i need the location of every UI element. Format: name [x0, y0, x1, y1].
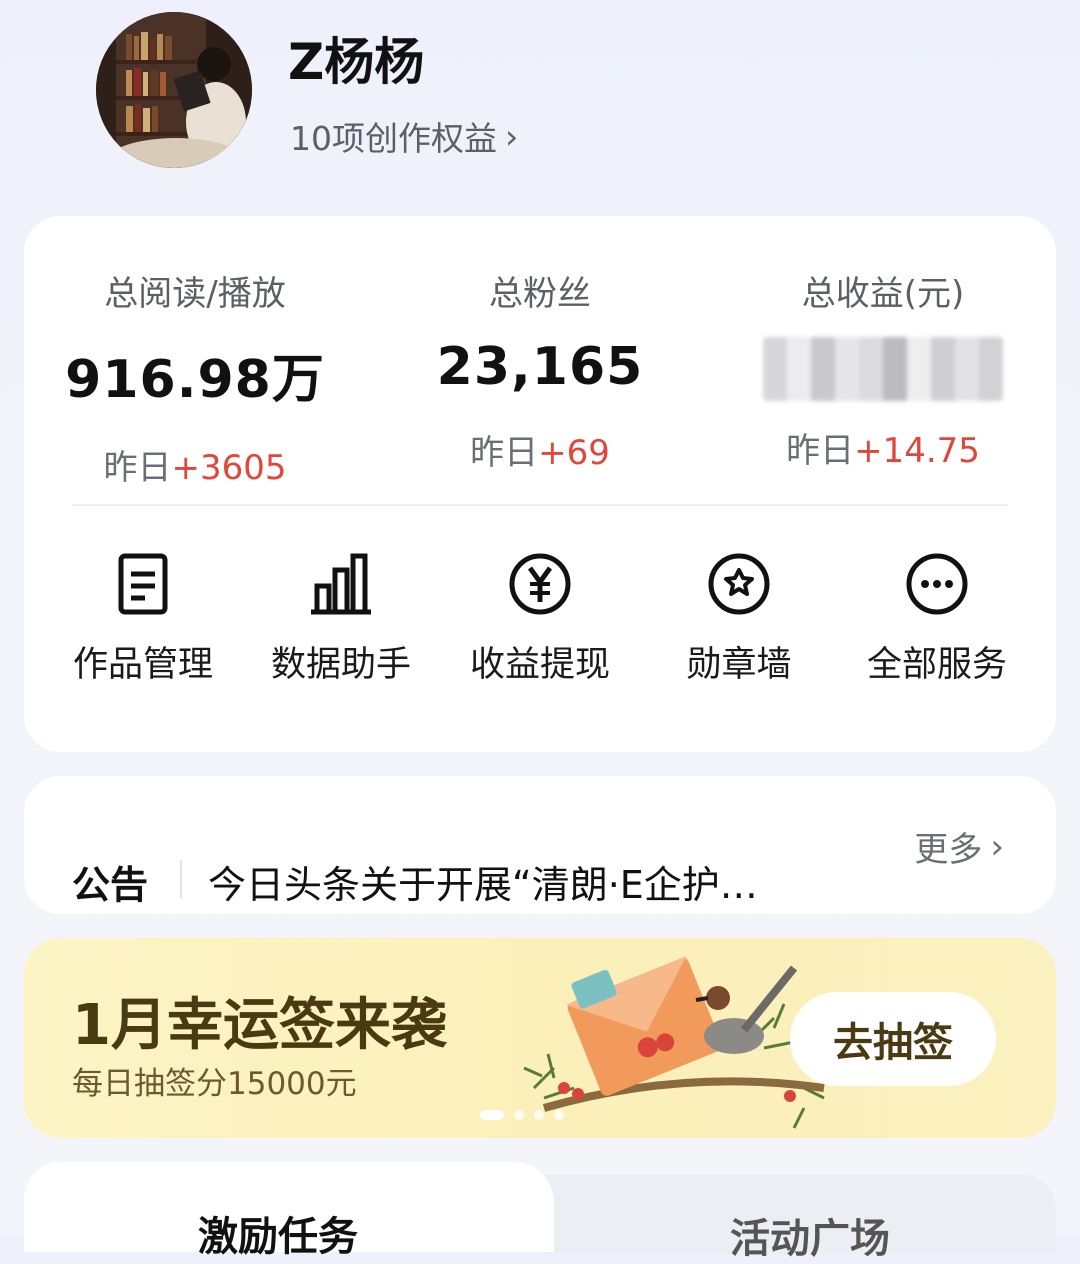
carousel-dot: [514, 1110, 524, 1120]
service-data-assistant[interactable]: 数据助手: [251, 552, 431, 687]
earnings-value-blurred: [763, 337, 1003, 401]
carousel-dot: [554, 1110, 564, 1120]
stat-total-reads[interactable]: 总阅读/播放 916.98万 昨日+3605: [60, 266, 330, 489]
service-label: 数据助手: [270, 645, 411, 685]
notice-card[interactable]: 公告 今日头条关于开展“清朗·E企护… 更多 ›: [24, 776, 1056, 914]
service-medal-wall[interactable]: 勋章墙: [649, 552, 829, 687]
lucky-draw-banner[interactable]: 1月幸运签来袭 每日抽签分15000元 去抽签: [24, 938, 1056, 1138]
stat-label: 总收益(元): [801, 274, 965, 314]
delta-value: +69: [538, 433, 610, 473]
stat-total-earnings[interactable]: 总收益(元) 昨日+14.75: [748, 266, 1018, 472]
yuan-icon: [509, 553, 571, 615]
stat-delta: 昨日+14.75: [748, 423, 1018, 472]
notice-text[interactable]: 今日头条关于开展“清朗·E企护…: [208, 854, 758, 909]
medal-icon: [708, 553, 770, 615]
delta-value: +14.75: [854, 431, 980, 471]
username: Z杨杨: [288, 33, 425, 91]
service-label: 勋章墙: [686, 645, 792, 685]
tab-label: 激励任务: [198, 1214, 358, 1260]
delta-prefix: 昨日: [103, 448, 172, 488]
delta-value: +3605: [171, 448, 287, 488]
tab-label: 活动广场: [730, 1216, 890, 1262]
chevron-right-icon: ›: [505, 116, 519, 156]
carousel-dot: [480, 1110, 504, 1120]
service-works-management[interactable]: 作品管理: [53, 552, 233, 687]
avatar[interactable]: [96, 12, 252, 168]
creator-rights-link[interactable]: 10项创作权益 ›: [290, 112, 518, 160]
notice-separator: [180, 860, 182, 898]
more-link[interactable]: 更多 ›: [914, 822, 1004, 871]
delta-prefix: 昨日: [786, 431, 855, 471]
chevron-right-icon: ›: [990, 826, 1004, 867]
tab-activity-square[interactable]: 活动广场: [544, 1174, 1056, 1262]
stat-value: 916.98万: [65, 350, 325, 410]
divider: [72, 504, 1008, 506]
more-label: 更多: [914, 830, 983, 870]
stat-delta: 昨日+69: [405, 425, 675, 474]
stat-label: 总阅读/播放: [104, 274, 286, 314]
bar-chart-icon: [311, 553, 371, 615]
creator-rights-label: 10项创作权益: [290, 119, 497, 158]
banner-subtitle: 每日抽签分15000元: [72, 1066, 357, 1102]
stat-value: 23,165: [436, 337, 644, 397]
tab-incentive-tasks[interactable]: 激励任务: [24, 1162, 554, 1260]
service-earnings-withdraw[interactable]: 收益提现: [450, 552, 630, 687]
carousel-dot: [534, 1110, 544, 1120]
stat-total-fans[interactable]: 总粉丝 23,165 昨日+69: [405, 266, 675, 474]
profile-header: Z杨杨 10项创作权益 ›: [0, 0, 1080, 210]
service-label: 收益提现: [469, 645, 610, 685]
stats-card: 总阅读/播放 916.98万 昨日+3605 总粉丝 23,165 昨日+69 …: [24, 216, 1056, 752]
document-icon: [118, 553, 168, 615]
delta-prefix: 昨日: [470, 433, 539, 473]
stat-label: 总粉丝: [489, 274, 591, 314]
more-dots-icon: [906, 553, 968, 615]
service-all-services[interactable]: 全部服务: [847, 552, 1027, 687]
carousel-indicator: [480, 1110, 564, 1120]
stat-delta: 昨日+3605: [60, 440, 330, 489]
task-tabs: 活动广场 激励任务: [24, 1162, 1056, 1262]
service-label: 作品管理: [72, 645, 213, 685]
banner-title: 1月幸运签来袭: [72, 993, 447, 1058]
notice-tag: 公告: [72, 863, 149, 907]
service-label: 全部服务: [866, 645, 1007, 685]
draw-button[interactable]: 去抽签: [790, 992, 996, 1086]
